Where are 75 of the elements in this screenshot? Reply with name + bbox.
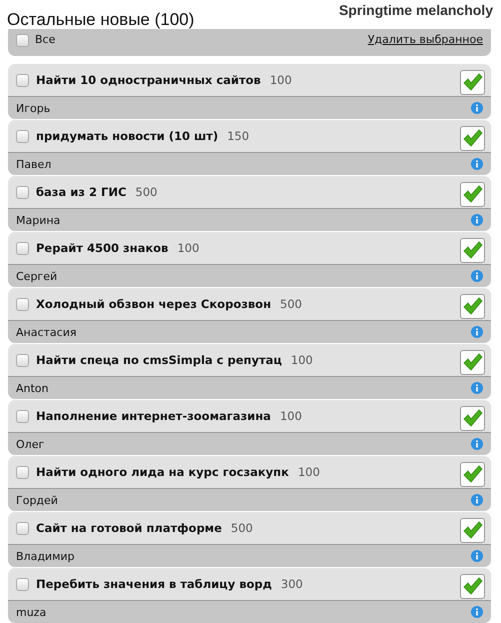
- task-checkbox[interactable]: [16, 74, 29, 87]
- task-title: Сайт на готовой платформе: [36, 521, 222, 535]
- approve-button[interactable]: [460, 350, 485, 374]
- select-all-checkbox[interactable]: [16, 34, 29, 47]
- author-name: Олег: [16, 438, 44, 450]
- approve-button[interactable]: [460, 518, 485, 542]
- task-title: придумать новости (10 шт): [36, 129, 218, 143]
- approve-button[interactable]: [460, 126, 485, 150]
- info-icon[interactable]: [471, 494, 483, 506]
- info-icon[interactable]: [471, 214, 483, 226]
- approve-button[interactable]: [460, 182, 485, 206]
- author-name: Анастасия: [16, 326, 76, 338]
- task-checkbox[interactable]: [16, 130, 29, 143]
- task-checkbox[interactable]: [16, 466, 29, 479]
- info-icon[interactable]: [471, 326, 483, 338]
- author-name: Сергей: [16, 270, 58, 282]
- author-name: Павел: [16, 158, 52, 170]
- task-price: 500: [230, 521, 253, 535]
- checkmark-icon: [462, 73, 482, 91]
- task-checkbox[interactable]: [16, 410, 29, 423]
- author-name: Владимир: [16, 550, 75, 562]
- author-name: Марина: [16, 214, 60, 226]
- checkmark-icon: [462, 241, 482, 259]
- info-icon[interactable]: [471, 550, 483, 562]
- checkmark-icon: [462, 465, 482, 483]
- author-name: Гордей: [16, 494, 58, 506]
- info-icon[interactable]: [471, 102, 483, 114]
- task-price: 300: [280, 577, 303, 591]
- approve-button[interactable]: [460, 294, 485, 318]
- info-icon[interactable]: [471, 438, 483, 450]
- approve-button[interactable]: [460, 70, 485, 94]
- task-price: 100: [270, 73, 292, 87]
- approve-button[interactable]: [460, 238, 485, 262]
- task-checkbox[interactable]: [16, 522, 29, 535]
- task-price: 100: [280, 409, 302, 423]
- task-checkbox[interactable]: [16, 578, 29, 591]
- approve-button[interactable]: [460, 462, 485, 486]
- checkmark-icon: [462, 185, 482, 203]
- task-title: база из 2 ГИС: [36, 185, 126, 199]
- task-checkbox[interactable]: [16, 242, 29, 255]
- task-title: Холодный обзвон через Скорозвон: [36, 297, 272, 311]
- task-title: Наполнение интернет-зоомагазина: [36, 409, 271, 423]
- task-title: Перебить значения в таблицу ворд: [36, 577, 272, 591]
- task-checkbox[interactable]: [16, 298, 29, 311]
- author-name: Игорь: [16, 102, 50, 114]
- author-name: Anton: [16, 382, 49, 394]
- info-icon[interactable]: [471, 158, 483, 170]
- task-title: Рерайт 4500 знаков: [36, 241, 168, 255]
- task-title: Найти одного лида на курс госзакупк: [36, 465, 289, 479]
- delete-selected-link[interactable]: Удалить выбранное: [368, 33, 483, 46]
- info-icon[interactable]: [471, 606, 483, 618]
- task-checkbox[interactable]: [16, 354, 29, 367]
- info-icon[interactable]: [471, 382, 483, 394]
- task-title: Найти спеца по cmsSimpla с репутац: [36, 353, 282, 367]
- task-price: 100: [177, 241, 200, 255]
- user-name: Springtime melancholy: [338, 2, 493, 18]
- task-price: 150: [227, 129, 250, 143]
- task-checkbox[interactable]: [16, 186, 29, 199]
- approve-button[interactable]: [460, 574, 485, 598]
- checkmark-icon: [462, 129, 482, 147]
- task-price: 500: [280, 297, 302, 311]
- checkmark-icon: [462, 521, 482, 539]
- checkmark-icon: [462, 577, 482, 595]
- checkmark-icon: [462, 353, 482, 371]
- task-price: 100: [298, 465, 320, 479]
- task-price: 100: [290, 353, 313, 367]
- checkmark-icon: [462, 409, 482, 427]
- checkmark-icon: [462, 297, 482, 315]
- task-price: 500: [135, 185, 158, 199]
- select-all-label: Все: [35, 33, 56, 46]
- info-icon[interactable]: [471, 270, 483, 282]
- task-title: Найти 10 одностраничных сайтов: [36, 73, 261, 87]
- approve-button[interactable]: [460, 406, 485, 430]
- page-title: Остальные новые (100): [7, 10, 194, 30]
- author-name: muza: [16, 606, 46, 618]
